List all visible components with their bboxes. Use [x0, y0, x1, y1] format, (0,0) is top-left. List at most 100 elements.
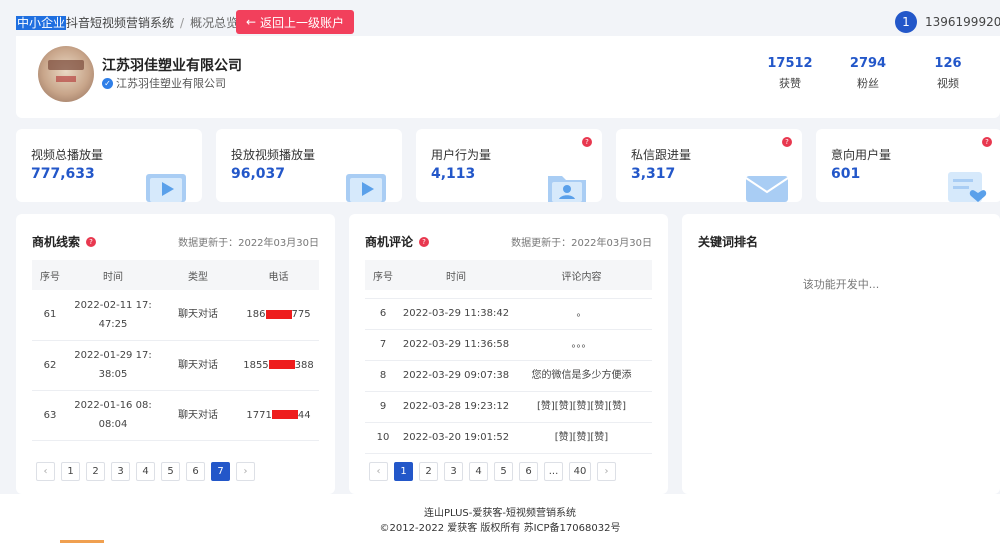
- account-profile-card: 江苏羽佳塑业有限公司 ✓ 江苏羽佳塑业有限公司 17512 获赞 2794 粉丝 12…: [16, 36, 1000, 118]
- page-button[interactable]: 5: [494, 462, 513, 481]
- page-ellipsis[interactable]: ...: [544, 462, 563, 481]
- breadcrumb-current: 概况总览: [190, 16, 239, 30]
- account-name: 江苏羽佳塑业有限公司: [102, 58, 242, 74]
- help-icon[interactable]: ?: [582, 137, 592, 147]
- column-header: 类型: [158, 260, 238, 290]
- metric-title: 投放视频播放量: [231, 148, 316, 162]
- leads-title: 商机线索?: [32, 233, 97, 250]
- page-button-active[interactable]: 1: [394, 462, 413, 481]
- cell-no: 10: [365, 422, 401, 454]
- help-icon[interactable]: ?: [782, 137, 792, 147]
- stat-fans: 2794 粉丝: [838, 56, 898, 91]
- user-info[interactable]: 1 13961999200: [895, 11, 1000, 33]
- cell-time: 2022-03-28 19:23:12: [401, 391, 511, 423]
- cell-time: 2022-03-29 09:07:38: [401, 360, 511, 392]
- prev-page-button[interactable]: ‹: [36, 462, 55, 481]
- verified-check-icon: ✓: [102, 77, 113, 89]
- keyword-ranking-title-text: 关键词排名: [698, 235, 759, 249]
- metric-title: 用户行为量: [431, 148, 492, 162]
- column-header: 时间: [68, 260, 158, 290]
- leads-panel: 商机线索? 数据更新于：2022年03月30日 序号 时间 类型 电话 61 2…: [16, 214, 335, 494]
- table-row[interactable]: 10 2022-03-20 19:01:52 [赞][赞][赞]: [365, 422, 652, 454]
- redaction-block: [268, 360, 295, 369]
- metric-card-intent-users: 意向用户量 601 ?: [816, 129, 1000, 202]
- cell-no: 9: [365, 391, 401, 423]
- table-row[interactable]: 6 2022-03-29 11:38:42。: [365, 298, 652, 330]
- comments-pagination: ‹ 1 2 3 4 5 6 ... 40 ›: [369, 462, 622, 481]
- metric-value: 777,633: [31, 166, 95, 182]
- cell-comment: 。: [511, 298, 652, 330]
- page-button[interactable]: 6: [519, 462, 538, 481]
- column-header: 电话: [238, 260, 319, 290]
- page-button[interactable]: 2: [419, 462, 438, 481]
- comments-table: 序号 时间 评论内容 6 2022-03-29 11:38:42。 7 2022-0…: [365, 260, 652, 454]
- next-page-button[interactable]: ›: [236, 462, 255, 481]
- footer-copyright: ©2012-2022 爱获客 版权所有 苏ICP备17068032号: [379, 523, 621, 534]
- page-button[interactable]: 2: [86, 462, 105, 481]
- next-page-button[interactable]: ›: [597, 462, 616, 481]
- page-button[interactable]: 5: [161, 462, 180, 481]
- metric-card-dm-followups: 私信跟进量 3,317 ?: [616, 129, 802, 202]
- help-icon[interactable]: ?: [419, 236, 430, 247]
- cell-comment: 。。。: [511, 329, 652, 361]
- table-row[interactable]: 8 2022-03-29 09:07:38 您的微信是多少方便添: [365, 360, 652, 392]
- breadcrumb-app[interactable]: 抖音短视频营销系统: [66, 16, 174, 30]
- video-icon: [146, 174, 186, 202]
- metric-value: 601: [831, 166, 861, 182]
- breadcrumb-highlight[interactable]: 中小企业: [16, 16, 67, 30]
- page-button[interactable]: 6: [186, 462, 205, 481]
- redaction-block: [265, 309, 292, 319]
- user-phone: 13961999200: [925, 15, 1000, 29]
- cell-phone: 186 775: [238, 290, 319, 341]
- table-row[interactable]: 62 2022-01-29 17: 38:05 聊天对话 1855 388: [32, 340, 319, 391]
- stat-fans-label: 粉丝: [857, 77, 879, 90]
- keyword-ranking-title: 关键词排名: [698, 233, 758, 250]
- cell-no: 6: [365, 298, 401, 330]
- table-row[interactable]: 63 2022-01-16 08: 08:04 聊天对话 1771 44: [32, 390, 319, 441]
- back-to-parent-account-button[interactable]: ← 返回上一级账户: [236, 10, 354, 34]
- metric-value: 3,317: [631, 166, 676, 182]
- heart-list-icon: [948, 172, 987, 202]
- page-button[interactable]: 4: [136, 462, 155, 481]
- user-badge: 1: [895, 11, 917, 33]
- stat-videos-label: 视频: [937, 77, 959, 90]
- page-button-active[interactable]: 7: [211, 462, 230, 481]
- cell-type: 聊天对话: [158, 390, 238, 441]
- redaction-block: [271, 410, 298, 419]
- table-row[interactable]: 7 2022-03-29 11:36:58。。。: [365, 329, 652, 361]
- user-folder-icon: [548, 176, 586, 202]
- table-row[interactable]: 61 2022-02-11 17: 47:25 聊天对话 186 775: [32, 290, 319, 341]
- page-button[interactable]: 3: [444, 462, 463, 481]
- back-button-label: 返回上一级账户: [260, 15, 345, 30]
- cell-time: 2022-01-16 08: 08:04: [68, 390, 158, 441]
- comments-updated: 数据更新于：2022年03月30日: [511, 238, 652, 249]
- page-button[interactable]: 1: [61, 462, 80, 481]
- cell-comment: [赞][赞][赞]: [511, 422, 652, 454]
- cell-no: 63: [32, 390, 68, 441]
- stat-videos-value: 126: [934, 56, 962, 71]
- comments-panel: 商机评论? 数据更新于：2022年03月30日 序号 时间 评论内容 6 2022…: [349, 214, 668, 494]
- table-row-partial: [365, 290, 652, 299]
- metric-card-paid-plays: 投放视频播放量 96,037: [216, 129, 402, 202]
- stat-fans-value: 2794: [849, 56, 887, 71]
- avatar: [38, 46, 94, 102]
- column-header: 序号: [32, 260, 68, 290]
- cell-time: 2022-02-11 17: 47:25: [68, 290, 158, 341]
- breadcrumb-separator: /: [180, 16, 185, 30]
- help-icon[interactable]: ?: [86, 236, 97, 247]
- comments-title-text: 商机评论: [365, 235, 414, 249]
- metric-title: 私信跟进量: [631, 148, 692, 162]
- cell-no: 8: [365, 360, 401, 392]
- cell-no: 61: [32, 290, 68, 341]
- prev-page-button[interactable]: ‹: [369, 462, 388, 481]
- column-header: 评论内容: [511, 260, 652, 290]
- table-row[interactable]: 9 2022-03-28 19:23:12 [赞][赞][赞][赞][赞]: [365, 391, 652, 423]
- column-header: 时间: [401, 260, 511, 290]
- stat-likes: 17512 获赞: [760, 56, 820, 91]
- cell-time: 2022-03-20 19:01:52: [401, 422, 511, 454]
- help-icon[interactable]: ?: [982, 137, 992, 147]
- page-button[interactable]: 3: [111, 462, 130, 481]
- page-button[interactable]: 40: [569, 462, 591, 481]
- page-button[interactable]: 4: [469, 462, 488, 481]
- stat-likes-value: 17512: [767, 56, 813, 71]
